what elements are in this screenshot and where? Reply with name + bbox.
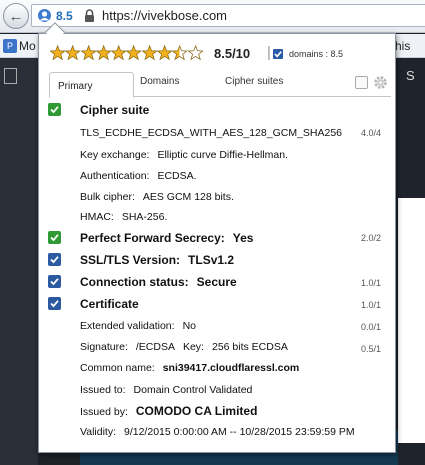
tab-domains[interactable]: Domains: [140, 76, 179, 87]
issued-to-row: Issued to: Domain Control Validated: [80, 384, 252, 396]
key-exchange-row: Key exchange: Elliptic curve Diffie-Hellm…: [80, 149, 288, 161]
pfs-value: Yes: [232, 231, 254, 245]
rating-star-icon: [95, 44, 112, 61]
bookmark-right-label[interactable]: his: [395, 39, 410, 53]
validity-value: 9/12/2015 0:00:00 AM -- 10/28/2015 23:59…: [124, 426, 355, 438]
tab-primary[interactable]: Primary: [49, 72, 134, 98]
key-value: 256 bits ECDSA: [211, 341, 288, 353]
rating-stars: [50, 44, 203, 61]
common-name-value: sni39417.cloudflaressl.com: [162, 362, 300, 374]
page-left-strip: [0, 58, 38, 465]
bulk-cipher-label: Bulk cipher:: [80, 191, 135, 203]
rating-star-icon: [126, 44, 142, 61]
bulk-cipher-row: Bulk cipher: AES GCM 128 bits.: [80, 191, 234, 203]
issued-by-value: COMODO CA Limited: [135, 404, 258, 418]
issued-by-row: Issued by: COMODO CA Limited: [80, 404, 257, 418]
extended-validation-value: No: [182, 320, 197, 332]
rating-star-icon: [80, 44, 96, 61]
tab-cipher-suites[interactable]: Cipher suites: [225, 76, 283, 87]
authentication-row: Authentication: ECDSA.: [80, 170, 197, 182]
bulk-cipher-value: AES GCM 128 bits.: [142, 191, 234, 203]
lock-icon: [85, 9, 94, 22]
key-exchange-label: Key exchange:: [80, 149, 150, 161]
certificate-check-icon: [48, 297, 61, 310]
extended-validation-label: Extended validation:: [80, 320, 175, 332]
connection-status-title: Connection status:: [80, 275, 189, 289]
pfs-fraction: 2.0/2: [360, 233, 381, 243]
domains-label: domains : 8.5: [289, 49, 344, 59]
signature-row: Signature: /ECDSA Key: 256 bits ECDSA: [80, 341, 288, 353]
rating-star-icon: [141, 44, 158, 61]
cipher-suite-name: TLS_ECDHE_ECDSA_WITH_AES_128_GCM_SHA256: [80, 127, 343, 139]
back-arrow-icon: ←: [8, 7, 24, 25]
issued-to-value: Domain Control Validated: [133, 384, 253, 396]
bookmark-icon[interactable]: P: [3, 39, 17, 53]
page-right-strip: S: [398, 58, 425, 465]
pfs-check-icon: [48, 231, 61, 244]
connection-check-icon: [48, 275, 61, 288]
site-identity-icon[interactable]: [37, 8, 52, 23]
rating-star-icon: [172, 44, 188, 61]
issued-to-label: Issued to:: [80, 384, 126, 396]
cipher-suite-title: Cipher suite: [80, 103, 150, 117]
gear-icon[interactable]: [373, 75, 388, 90]
validity-label: Validity:: [80, 426, 116, 438]
rating-star-icon: [65, 44, 81, 61]
bookmark-label[interactable]: Mo: [19, 39, 36, 53]
address-bar[interactable]: 8.5 https://vivekbose.com: [31, 4, 425, 27]
connection-status-value: Secure: [196, 275, 237, 289]
key-fraction: 0.5/1: [360, 344, 381, 354]
signature-value: /ECDSA: [135, 341, 175, 353]
page-right-label: S: [406, 68, 415, 83]
cipher-fraction: 4.0/4: [360, 128, 381, 138]
connection-fraction: 1.0/1: [360, 278, 381, 288]
common-name-row: Common name: sni39417.cloudflaressl.com: [80, 362, 299, 374]
authentication-label: Authentication:: [80, 170, 150, 182]
tls-version-row: SSL/TLS Version: TLSv1.2: [80, 253, 234, 267]
url-text[interactable]: https://vivekbose.com: [102, 8, 227, 23]
rating-star-icon: [157, 44, 173, 61]
issued-by-label: Issued by:: [80, 406, 128, 418]
certificate-title: Certificate: [80, 297, 139, 311]
ssl-score-label[interactable]: 8.5: [56, 9, 73, 23]
pfs-title: Perfect Forward Secrecy:: [80, 231, 225, 245]
back-button[interactable]: ←: [3, 3, 29, 29]
connection-status-row: Connection status: Secure: [80, 275, 237, 289]
key-label: Key:: [182, 341, 204, 353]
page-tile-icon: [4, 68, 17, 84]
hmac-row: HMAC: SHA-256.: [80, 211, 167, 223]
rating-score: 8.5/10: [214, 46, 251, 61]
rating-star-icon: [111, 44, 127, 61]
score-divider: |: [267, 44, 271, 61]
ssl-info-panel: 8.5/10 | domains : 8.5 Primary Domains C…: [38, 33, 396, 453]
domains-checkbox[interactable]: [273, 49, 283, 59]
cipher-check-icon: [48, 103, 61, 116]
rating-star-icon: [50, 44, 66, 61]
rating-star-icon: [187, 44, 203, 61]
certificate-fraction: 1.0/1: [360, 300, 381, 310]
hmac-label: HMAC:: [80, 211, 114, 223]
authentication-value: ECDSA.: [157, 170, 197, 182]
hmac-value: SHA-256.: [121, 211, 168, 223]
tls-version-value: TLSv1.2: [188, 253, 235, 267]
common-name-label: Common name:: [80, 362, 155, 374]
key-exchange-value: Elliptic curve Diffie-Hellman.: [157, 149, 288, 161]
tls-version-title: SSL/TLS Version:: [80, 253, 181, 267]
panel-option-checkbox[interactable]: [355, 76, 368, 89]
tab-primary-label: Primary: [58, 81, 93, 92]
extended-validation-row: Extended validation: No: [80, 320, 196, 332]
tls-check-icon: [48, 253, 61, 266]
signature-label: Signature:: [80, 341, 128, 353]
pfs-row: Perfect Forward Secrecy: Yes: [80, 231, 253, 245]
page-content-block: [398, 198, 425, 443]
validity-row: Validity: 9/12/2015 0:00:00 AM -- 10/28/2…: [80, 426, 355, 438]
panel-tabs: Primary Domains Cipher suites: [49, 72, 391, 98]
extended-validation-fraction: 0.0/1: [360, 322, 381, 332]
browser-toolbar: ← 8.5 https://vivekbose.com: [0, 0, 425, 33]
